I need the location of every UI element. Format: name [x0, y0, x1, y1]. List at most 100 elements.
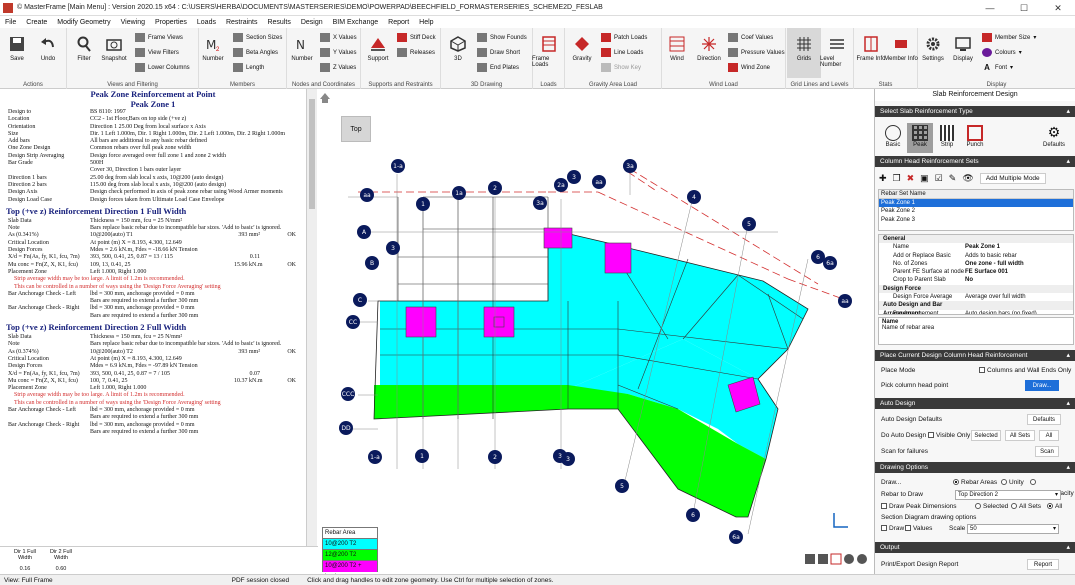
menu-report[interactable]: Report: [383, 19, 414, 26]
unity-radio[interactable]: Unity: [1001, 477, 1024, 488]
pressure-values-button[interactable]: Pressure Values: [728, 48, 785, 57]
defaults-button[interactable]: Defaults: [1027, 414, 1061, 425]
grid-bubble-2-bottom[interactable]: 2: [488, 450, 502, 464]
grid-bubble-3[interactable]: 3: [567, 170, 581, 184]
home-icon[interactable]: [320, 93, 330, 103]
scale-select[interactable]: 50 ▾: [967, 524, 1059, 534]
menu-create[interactable]: Create: [21, 19, 52, 26]
menu-bim-exchange[interactable]: BIM Exchange: [328, 19, 384, 26]
list-item[interactable]: Peak Zone 2: [879, 207, 1073, 216]
orbit-icon[interactable]: [857, 554, 867, 564]
report-scrollbar[interactable]: [307, 89, 317, 546]
view-icon[interactable]: [805, 554, 815, 564]
draw-peak-dims-checkbox[interactable]: Draw Peak Dimensions: [881, 503, 957, 510]
tab-strip[interactable]: Strip: [935, 125, 959, 148]
close-button[interactable]: ✕: [1041, 0, 1075, 16]
gravity-button[interactable]: Gravity: [565, 28, 599, 62]
grid-bubble-6[interactable]: 6: [811, 250, 825, 264]
menu-file[interactable]: File: [0, 19, 21, 26]
grid-bubble-3a-top[interactable]: 3a: [623, 159, 637, 173]
menu-design[interactable]: Design: [296, 19, 328, 26]
tab-peak[interactable]: Peak: [907, 123, 933, 153]
grid-bubble-3-bottom2[interactable]: 3: [561, 452, 575, 466]
view-filters-button[interactable]: View Filters: [135, 48, 179, 57]
property-row[interactable]: No. of Zones One zone - full width: [879, 260, 1073, 268]
drawing-options-header[interactable]: Drawing Options ▴: [875, 462, 1075, 473]
snapshot-button[interactable]: Snapshot: [97, 28, 131, 62]
property-row[interactable]: Design Force Average Average over full wi…: [879, 293, 1073, 301]
top-view-button[interactable]: Top: [341, 116, 371, 142]
tab-basic[interactable]: Basic: [881, 125, 905, 148]
scrollbar-thumb[interactable]: [309, 99, 315, 209]
grid-bubble-C[interactable]: C: [353, 293, 367, 307]
y-values-button[interactable]: Y Values: [320, 48, 356, 57]
rebar-set-list[interactable]: Rebar Set Name Peak Zone 1 Peak Zone 2 P…: [878, 189, 1074, 231]
level-number-button[interactable]: Level Number: [820, 28, 854, 68]
settings-button[interactable]: Settings: [916, 28, 950, 62]
tab-defaults[interactable]: ⚙ Defaults: [1041, 125, 1067, 148]
selected-button[interactable]: Selected: [971, 430, 1001, 441]
grid-bubble-1-bottom[interactable]: 1: [415, 449, 429, 463]
column-head-header[interactable]: Column Head Reinforcement Sets ▴: [875, 156, 1075, 167]
member-size-button[interactable]: Member Size ▾: [982, 33, 1036, 42]
values-checkbox[interactable]: Values: [905, 523, 932, 534]
member-number-button[interactable]: M 2 Number: [196, 28, 230, 62]
scan-button[interactable]: Scan: [1035, 446, 1059, 457]
add-icon[interactable]: ✚: [879, 173, 887, 184]
rebar-to-draw-select[interactable]: Top Direction 2 ▾: [955, 490, 1061, 500]
tab-punch[interactable]: Punch: [963, 125, 987, 148]
wind-zone-button[interactable]: Wind Zone: [728, 63, 770, 72]
frame-info-button[interactable]: Frame Info: [854, 28, 888, 62]
lower-columns-button[interactable]: Lower Columns: [135, 63, 190, 72]
grid-bubble-A[interactable]: A: [357, 225, 371, 239]
colours-button[interactable]: Colours ▾: [982, 48, 1022, 57]
menu-viewing[interactable]: Viewing: [116, 19, 150, 26]
draw-button[interactable]: Draw...: [1025, 380, 1059, 391]
property-category[interactable]: Auto Design and Bar Arrangement: [879, 301, 1073, 314]
grid-bubble-6a-bottom[interactable]: 6a: [729, 530, 743, 544]
property-row[interactable]: Add or Replace Basic Adds to basic rebar: [879, 252, 1073, 260]
wind-button[interactable]: Wind: [660, 28, 694, 62]
peak-zone[interactable]: [405, 306, 437, 338]
place-header[interactable]: Place Current Design Column Head Reinfor…: [875, 350, 1075, 361]
grid-bubble-5[interactable]: 5: [742, 217, 756, 231]
grid-bubble-1[interactable]: 1: [416, 197, 430, 211]
all-radio[interactable]: All: [1047, 501, 1062, 512]
grid-bubble-3a-mid[interactable]: 3a: [533, 196, 547, 210]
frame-loads-button[interactable]: Frame Loads: [532, 28, 566, 68]
grid-bubble-aa-right[interactable]: aa: [838, 294, 852, 308]
menu-properties[interactable]: Properties: [150, 19, 192, 26]
copy-icon[interactable]: ❐: [893, 173, 901, 184]
minimize-button[interactable]: —: [973, 0, 1007, 16]
releases-button[interactable]: Releases: [397, 48, 435, 57]
list-item[interactable]: Peak Zone 3: [879, 216, 1073, 225]
grid-bubble-2[interactable]: 2: [488, 181, 502, 195]
menu-restraints[interactable]: Restraints: [221, 19, 263, 26]
show-founds-button[interactable]: Show Founds: [477, 33, 527, 42]
member-info-button[interactable]: Member Info: [884, 28, 918, 62]
filter-button[interactable]: Filter: [67, 28, 101, 62]
refresh-icon[interactable]: [844, 554, 854, 564]
grid-bubble-2a[interactable]: 2a: [554, 178, 568, 192]
property-row[interactable]: Crop to Parent Slab No: [879, 276, 1073, 284]
grid-bubble-CC[interactable]: CC: [346, 315, 360, 329]
view-nav-tools[interactable]: [805, 513, 867, 565]
grid-bubble-6-bottom[interactable]: 6: [686, 508, 700, 522]
peak-zone[interactable]: [543, 227, 573, 249]
save-button[interactable]: Save: [0, 28, 34, 62]
grid-bubble-3-left[interactable]: 3: [386, 241, 400, 255]
property-grid[interactable]: General Name Peak Zone 1 Add or Replace Bas…: [878, 234, 1074, 315]
grid-bubble-4[interactable]: 4: [687, 190, 701, 204]
all-sets-radio[interactable]: All Sets: [1011, 501, 1041, 512]
support-button[interactable]: Support: [361, 28, 395, 62]
end-plates-button[interactable]: End Plates: [477, 63, 519, 72]
delete-icon[interactable]: ✖: [907, 173, 915, 184]
grids-button[interactable]: Grids: [787, 28, 821, 78]
grid-bubble-6a[interactable]: 6a: [823, 256, 837, 270]
grid-bubble-DD[interactable]: DD: [339, 421, 353, 435]
slab-drawing[interactable]: 1-a aa 1 1a 2 2a 3 3a aa 3a 4 5 6 6a aa …: [318, 89, 874, 574]
frame-views-button[interactable]: Frame Views: [135, 33, 183, 42]
grid-bubble-1a[interactable]: 1a: [452, 186, 466, 200]
draw-short-button[interactable]: Draw Short: [477, 48, 520, 57]
property-row[interactable]: Bar Arrangement Auto design bars (no fixe…: [879, 310, 1073, 314]
